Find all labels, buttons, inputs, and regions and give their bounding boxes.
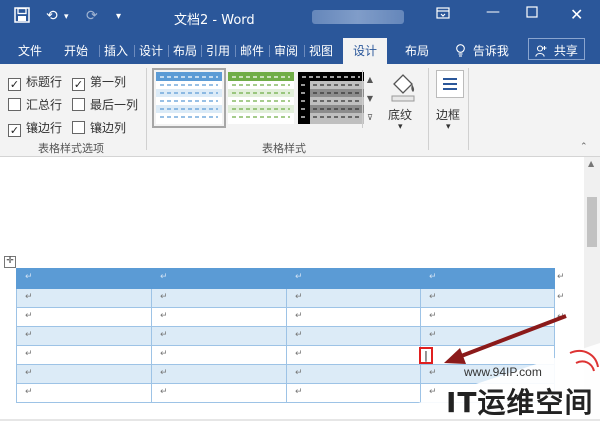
maximize-button[interactable] bbox=[526, 6, 538, 22]
banded-columns-checkbox[interactable]: 镶边列 bbox=[72, 119, 126, 136]
table-cell[interactable]: ↵ bbox=[16, 326, 152, 346]
scroll-up-icon[interactable]: ▲ bbox=[588, 159, 594, 168]
tab-references[interactable]: 引用 bbox=[206, 42, 230, 59]
collapse-ribbon-icon[interactable]: ⌃ bbox=[580, 142, 588, 152]
shading-dropdown-icon[interactable]: ▾ bbox=[398, 122, 403, 132]
minimize-button[interactable]: — bbox=[486, 4, 500, 20]
lightbulb-icon bbox=[455, 44, 470, 58]
tab-home[interactable]: 开始 bbox=[64, 42, 88, 59]
last-column-checkbox[interactable]: 最后一列 bbox=[72, 96, 138, 113]
gallery-more-icon[interactable]: ⊽ bbox=[363, 108, 377, 127]
customize-qat-icon[interactable]: ▾ bbox=[116, 11, 121, 22]
person-icon bbox=[535, 44, 551, 58]
tell-me-button[interactable]: 告诉我 bbox=[455, 42, 509, 59]
table-cell[interactable]: ↵ bbox=[16, 364, 152, 384]
table-row[interactable]: ↵ ↵ ↵ ↵ bbox=[16, 288, 555, 308]
checkbox-unchecked-icon bbox=[72, 121, 85, 134]
header-row-checkbox[interactable]: ✓ 标题行 bbox=[8, 73, 62, 91]
table-cell[interactable]: ↵ bbox=[286, 307, 421, 327]
ribbon-tab-bar: 文件 开始 插入 设计 布局 引用 邮件 审阅 视图 设计 布局 告诉我 共享 bbox=[0, 34, 600, 64]
table-cell[interactable]: ↵ bbox=[151, 364, 287, 384]
table-cell[interactable]: ↵ bbox=[420, 268, 555, 289]
checkbox-unchecked-icon bbox=[72, 98, 85, 111]
first-column-checkbox[interactable]: ✓ 第一列 bbox=[72, 73, 126, 91]
table-style-thumb-green[interactable] bbox=[228, 72, 294, 124]
tab-layout[interactable]: 布局 bbox=[173, 42, 197, 59]
total-row-checkbox[interactable]: 汇总行 bbox=[8, 96, 62, 113]
table-style-options-group-label: 表格样式选项 bbox=[38, 142, 104, 155]
table-cell[interactable]: ↵ bbox=[16, 288, 152, 308]
table-cell[interactable]: ↵ bbox=[151, 307, 287, 327]
tab-insert[interactable]: 插入 bbox=[104, 42, 128, 59]
checkbox-unchecked-icon bbox=[8, 98, 21, 111]
watermark-brand: IT运维空间 bbox=[446, 386, 594, 419]
row-end-mark: ↵ bbox=[557, 272, 565, 282]
tab-table-layout[interactable]: 布局 bbox=[405, 42, 429, 59]
table-cell[interactable]: ↵ bbox=[16, 307, 152, 327]
table-cell[interactable]: ↵ bbox=[286, 268, 421, 289]
gallery-scroll-down-icon[interactable]: ▼ bbox=[363, 89, 377, 108]
share-button[interactable]: 共享 bbox=[528, 38, 585, 60]
banded-rows-checkbox[interactable]: ✓ 镶边行 bbox=[8, 119, 62, 137]
gallery-scroll-controls: ▲ ▼ ⊽ bbox=[362, 70, 377, 128]
gallery-scroll-up-icon[interactable]: ▲ bbox=[363, 70, 377, 89]
table-cell[interactable]: ↵ bbox=[420, 288, 555, 308]
borders-button[interactable]: 边框 bbox=[436, 106, 460, 123]
document-title: 文档2 - Word bbox=[174, 13, 255, 28]
borders-dropdown-icon[interactable]: ▾ bbox=[446, 122, 451, 132]
title-bar: ⟲ ▾ ⟳ ▾ 文档2 - Word — ✕ bbox=[0, 0, 600, 34]
table-style-thumb-black[interactable] bbox=[298, 72, 364, 124]
borders-icon[interactable] bbox=[436, 70, 464, 98]
shading-icon[interactable] bbox=[386, 70, 420, 104]
save-icon[interactable] bbox=[14, 7, 30, 27]
tab-design[interactable]: 设计 bbox=[139, 42, 163, 59]
table-cell[interactable]: ↵ bbox=[286, 288, 421, 308]
close-button[interactable]: ✕ bbox=[570, 5, 583, 24]
table-style-thumb-blue[interactable] bbox=[152, 68, 226, 128]
tab-table-design[interactable]: 设计 bbox=[343, 38, 388, 64]
row-end-mark: ↵ bbox=[557, 292, 565, 302]
checkbox-checked-icon: ✓ bbox=[8, 124, 21, 137]
share-label: 共享 bbox=[553, 44, 578, 58]
checkbox-checked-icon: ✓ bbox=[8, 78, 21, 91]
table-cell[interactable]: ↵ bbox=[151, 345, 287, 365]
tab-review[interactable]: 审阅 bbox=[274, 42, 298, 59]
table-styles-group-label: 表格样式 bbox=[262, 142, 306, 155]
table-cell[interactable]: ↵ bbox=[151, 326, 287, 346]
scrollbar-thumb[interactable] bbox=[587, 197, 597, 247]
tab-mailings[interactable]: 邮件 bbox=[240, 42, 264, 59]
shading-button[interactable]: 底纹 bbox=[388, 106, 412, 123]
tab-file[interactable]: 文件 bbox=[18, 42, 42, 59]
table-cell[interactable]: ↵ bbox=[16, 383, 152, 403]
watermark-url: www.94IP.com bbox=[464, 365, 542, 379]
tell-me-label: 告诉我 bbox=[472, 44, 509, 58]
table-cell[interactable]: ↵ bbox=[16, 268, 152, 289]
table-cell[interactable]: ↵ bbox=[151, 288, 287, 308]
site-watermark: www.94IP.com IT运维空间 bbox=[370, 337, 600, 419]
table-cell[interactable]: ↵ bbox=[151, 383, 287, 403]
ribbon-panel: ✓ 标题行 ✓ 第一列 汇总行 最后一列 ✓ 镶边行 镶边列 表格样式选项 ▲ … bbox=[0, 64, 600, 157]
checkbox-checked-icon: ✓ bbox=[72, 78, 85, 91]
user-name-blurred bbox=[312, 10, 404, 24]
undo-icon[interactable]: ⟲ bbox=[46, 8, 58, 24]
table-cell[interactable]: ↵ bbox=[151, 268, 287, 289]
redo-icon[interactable]: ⟳ bbox=[86, 8, 98, 24]
table-header-row[interactable]: ↵ ↵ ↵ ↵ bbox=[16, 268, 555, 289]
table-move-handle-icon[interactable]: ✛ bbox=[4, 256, 16, 268]
ribbon-display-options-icon[interactable] bbox=[436, 6, 450, 24]
undo-dropdown-icon[interactable]: ▾ bbox=[64, 12, 69, 22]
tab-view[interactable]: 视图 bbox=[309, 42, 333, 59]
table-cell[interactable]: ↵ bbox=[16, 345, 152, 365]
